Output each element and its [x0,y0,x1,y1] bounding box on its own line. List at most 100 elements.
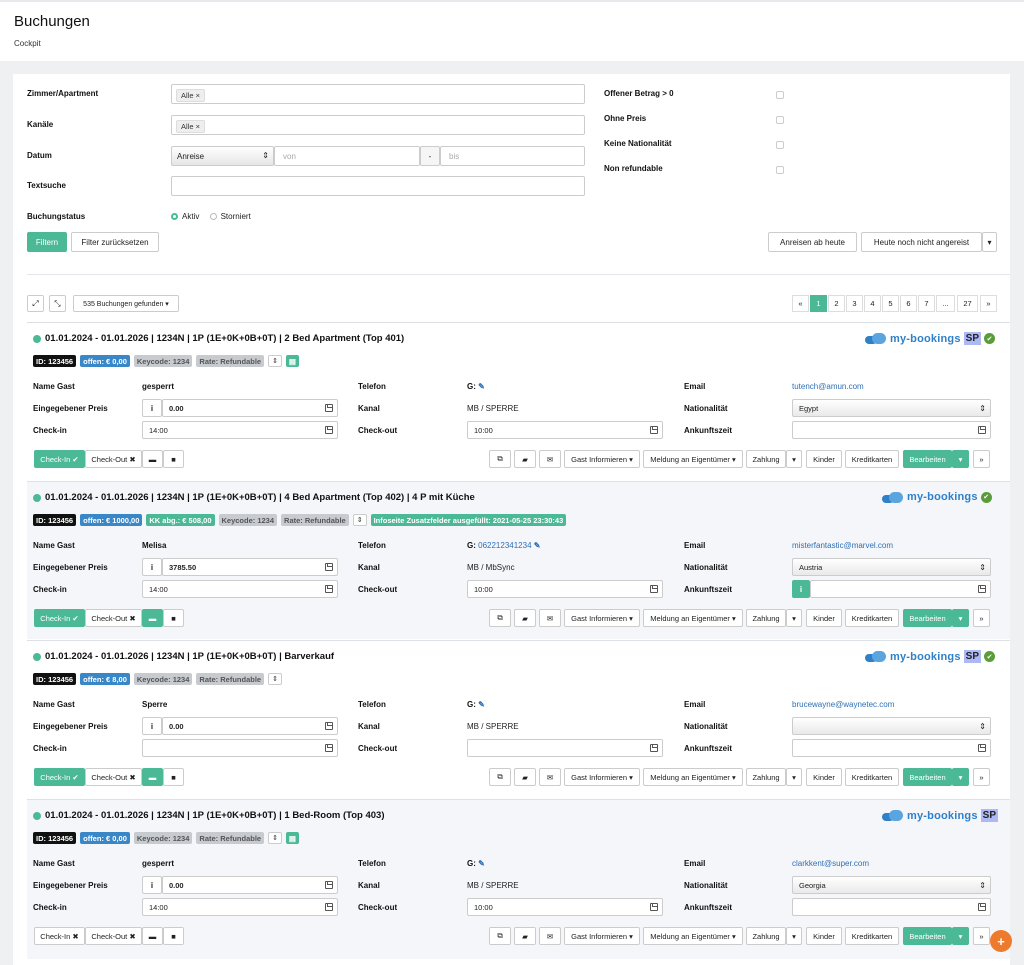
checkin-button[interactable]: Check-In ✖ [34,927,85,945]
meldung-eigentuemer-dropdown[interactable]: Meldung an Eigentümer ▾ [643,450,743,468]
copy-icon[interactable]: ⧉ [489,609,511,627]
small-toggle-icon[interactable]: ⇕ [268,832,282,844]
save-icon[interactable] [325,563,333,571]
booking-title[interactable]: 01.01.2024 - 01.01.2026 | 1234N | 1P (1E… [33,492,475,503]
preis-input[interactable]: 0.00 [162,399,338,417]
kreditkarten-button[interactable]: Kreditkarten [845,927,899,945]
nationalitaet-select[interactable]: Egypt [792,399,991,417]
phone-value[interactable]: G: ✎ [467,859,485,868]
car-icon[interactable]: ▰ [514,609,536,627]
keycode-badge[interactable]: Keycode: 1234 [133,832,193,844]
checkout-button[interactable]: Check-Out ✖ [85,609,142,627]
keycode-badge[interactable]: Keycode: 1234 [133,673,193,685]
kinder-button[interactable]: Kinder [806,768,842,786]
bearbeiten-caret[interactable]: ▾ [952,609,969,627]
nationalitaet-select[interactable] [792,717,991,735]
copy-icon[interactable]: ⧉ [489,768,511,786]
checkin-input[interactable]: 14:00 [142,580,338,598]
phone-value[interactable]: G: ✎ [467,382,485,391]
edit-icon[interactable]: ✎ [478,382,485,391]
zahlung-caret[interactable]: ▾ [786,609,802,627]
zahlung-button[interactable]: Zahlung [746,609,786,627]
filter-button[interactable]: Filtern [27,232,67,252]
page-first[interactable]: « [792,295,809,312]
kreditkarten-button[interactable]: Kreditkarten [845,450,899,468]
email-link[interactable]: brucewayne@waynetec.com [792,700,894,709]
zahlung-caret[interactable]: ▾ [786,927,802,945]
checkin-input[interactable]: 14:00 [142,421,338,439]
document-icon[interactable]: ▤ [285,832,299,844]
ankunftszeit-input[interactable] [792,739,991,757]
document-icon[interactable]: ▤ [285,355,299,367]
luggage-icon[interactable]: ■ [163,450,184,468]
gast-informieren-dropdown[interactable]: Gast Informieren ▾ [564,927,640,945]
small-toggle-icon[interactable]: ⇕ [268,673,282,685]
radio-storniert[interactable] [209,213,217,221]
save-icon[interactable] [325,585,333,593]
bed-icon[interactable]: ▬ [142,768,163,786]
heute-nicht-angereist-button[interactable]: Heute noch nicht angereist [861,232,982,252]
info-icon[interactable]: i [142,399,162,417]
booking-title[interactable]: 01.01.2024 - 01.01.2026 | 1234N | 1P (1E… [33,810,385,821]
anreisen-ab-heute-button[interactable]: Anreisen ab heute [768,232,857,252]
edit-icon[interactable]: ✎ [478,859,485,868]
checkin-button[interactable]: Check-In ✔ [34,450,85,468]
checkout-button[interactable]: Check-Out ✖ [85,450,142,468]
bearbeiten-button[interactable]: Bearbeiten [903,768,952,786]
collapse-all-icon[interactable]: ⤡ [49,295,66,312]
car-icon[interactable]: ▰ [514,768,536,786]
page-5[interactable]: 5 [882,295,899,312]
page-4[interactable]: 4 [864,295,881,312]
kreditkarten-button[interactable]: Kreditkarten [845,768,899,786]
ankunftszeit-input[interactable] [810,580,991,598]
expand-more-icon[interactable]: » [973,609,990,627]
bis-input[interactable]: bis [440,146,585,166]
info-icon[interactable]: i [142,876,162,894]
checkout-input[interactable]: 10:00 [467,421,663,439]
meldung-eigentuemer-dropdown[interactable]: Meldung an Eigentümer ▾ [643,609,743,627]
phone-link[interactable]: 062212341234 [478,541,531,550]
phone-value[interactable]: G: 062212341234 ✎ [467,541,540,550]
bearbeiten-caret[interactable]: ▾ [952,768,969,786]
bed-icon[interactable]: ▬ [142,609,163,627]
save-icon[interactable] [650,426,658,434]
expand-all-icon[interactable]: ⤢ [27,295,44,312]
bed-icon[interactable]: ▬ [142,450,163,468]
heute-dropdown-toggle[interactable]: ▾ [982,232,997,252]
save-icon[interactable] [325,722,333,730]
bed-icon[interactable]: ▬ [142,927,163,945]
edit-icon[interactable]: ✎ [478,700,485,709]
bearbeiten-button[interactable]: Bearbeiten [903,450,952,468]
kanaele-tag[interactable]: Alle × [176,120,205,133]
meldung-eigentuemer-dropdown[interactable]: Meldung an Eigentümer ▾ [643,927,743,945]
page-6[interactable]: 6 [900,295,917,312]
bearbeiten-button[interactable]: Bearbeiten [903,927,952,945]
luggage-icon[interactable]: ■ [163,609,184,627]
zimmer-select[interactable]: Alle × [171,84,585,104]
nationalitaet-select[interactable]: Georgia [792,876,991,894]
save-icon[interactable] [325,744,333,752]
checkout-button[interactable]: Check-Out ✖ [85,927,142,945]
bearbeiten-caret[interactable]: ▾ [952,927,969,945]
kinder-button[interactable]: Kinder [806,450,842,468]
expand-more-icon[interactable]: » [973,927,990,945]
checkout-button[interactable]: Check-Out ✖ [85,768,142,786]
envelope-icon[interactable]: ✉ [539,768,561,786]
bearbeiten-button[interactable]: Bearbeiten [903,609,952,627]
ohne-preis-checkbox[interactable] [776,116,784,124]
ankunftszeit-input[interactable] [792,421,991,439]
zahlung-button[interactable]: Zahlung [746,927,786,945]
page-1[interactable]: 1 [810,295,827,312]
non-refundable-checkbox[interactable] [776,166,784,174]
car-icon[interactable]: ▰ [514,450,536,468]
booking-title[interactable]: 01.01.2024 - 01.01.2026 | 1234N | 1P (1E… [33,651,334,662]
checkin-input[interactable]: 14:00 [142,898,338,916]
results-count-dropdown[interactable]: 535 Buchungen gefunden ▾ [73,295,179,312]
radio-aktiv[interactable] [171,213,178,221]
save-icon[interactable] [325,426,333,434]
expand-more-icon[interactable]: » [973,450,990,468]
save-icon[interactable] [978,426,986,434]
luggage-icon[interactable]: ■ [163,927,184,945]
offener-betrag-checkbox[interactable] [776,91,784,99]
kanaele-select[interactable]: Alle × [171,115,585,135]
